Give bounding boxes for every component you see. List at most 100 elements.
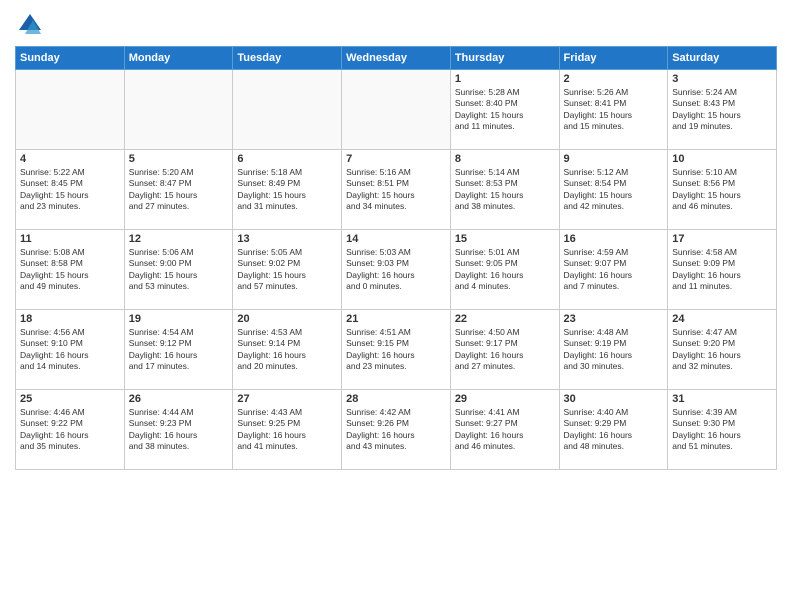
- day-number: 3: [672, 73, 772, 85]
- column-header-sunday: Sunday: [16, 47, 125, 70]
- day-number: 15: [455, 233, 555, 245]
- header-row: SundayMondayTuesdayWednesdayThursdayFrid…: [16, 47, 777, 70]
- calendar-cell: [124, 70, 233, 150]
- day-info: Sunrise: 4:53 AMSunset: 9:14 PMDaylight:…: [237, 327, 337, 373]
- calendar-cell: 16Sunrise: 4:59 AMSunset: 9:07 PMDayligh…: [559, 230, 668, 310]
- day-number: 31: [672, 393, 772, 405]
- day-number: 6: [237, 153, 337, 165]
- logo-icon: [15, 10, 45, 40]
- column-header-thursday: Thursday: [450, 47, 559, 70]
- day-info: Sunrise: 5:20 AMSunset: 8:47 PMDaylight:…: [129, 167, 229, 213]
- calendar-cell: 4 Sunrise: 5:22 AMSunset: 8:45 PMDaylight…: [16, 150, 125, 230]
- day-number: 14: [346, 233, 446, 245]
- day-number: 25: [20, 393, 120, 405]
- week-row-1: 1 Sunrise: 5:28 AMSunset: 8:40 PMDaylight…: [16, 70, 777, 150]
- calendar-cell: 15 Sunrise: 5:01 AMSunset: 9:05 PMDayligh…: [450, 230, 559, 310]
- calendar-cell: 24Sunrise: 4:47 AMSunset: 9:20 PMDayligh…: [668, 310, 777, 390]
- calendar-cell: 14 Sunrise: 5:03 AMSunset: 9:03 PMDayligh…: [342, 230, 451, 310]
- column-header-saturday: Saturday: [668, 47, 777, 70]
- calendar-cell: 18Sunrise: 4:56 AMSunset: 9:10 PMDayligh…: [16, 310, 125, 390]
- day-number: 12: [129, 233, 229, 245]
- week-row-2: 4 Sunrise: 5:22 AMSunset: 8:45 PMDaylight…: [16, 150, 777, 230]
- day-number: 2: [564, 73, 664, 85]
- day-info: Sunrise: 5:16 AMSunset: 8:51 PMDaylight:…: [346, 167, 446, 213]
- day-info: Sunrise: 4:39 AMSunset: 9:30 PMDaylight:…: [672, 407, 772, 453]
- header: [15, 10, 777, 40]
- calendar-table: SundayMondayTuesdayWednesdayThursdayFrid…: [15, 46, 777, 470]
- calendar-cell: 20 Sunrise: 4:53 AMSunset: 9:14 PMDayligh…: [233, 310, 342, 390]
- column-header-monday: Monday: [124, 47, 233, 70]
- day-number: 17: [672, 233, 772, 245]
- calendar-cell: 19 Sunrise: 4:54 AMSunset: 9:12 PMDayligh…: [124, 310, 233, 390]
- calendar-cell: 17 Sunrise: 4:58 AMSunset: 9:09 PMDayligh…: [668, 230, 777, 310]
- calendar-cell: 2 Sunrise: 5:26 AMSunset: 8:41 PMDaylight…: [559, 70, 668, 150]
- calendar-cell: 13Sunrise: 5:05 AMSunset: 9:02 PMDayligh…: [233, 230, 342, 310]
- day-info: Sunrise: 5:06 AMSunset: 9:00 PMDaylight:…: [129, 247, 229, 293]
- day-number: 18: [20, 313, 120, 325]
- day-number: 29: [455, 393, 555, 405]
- calendar-cell: 8 Sunrise: 5:14 AMSunset: 8:53 PMDaylight…: [450, 150, 559, 230]
- day-info: Sunrise: 4:58 AMSunset: 9:09 PMDaylight:…: [672, 247, 772, 293]
- calendar-cell: 5 Sunrise: 5:20 AMSunset: 8:47 PMDaylight…: [124, 150, 233, 230]
- day-info: Sunrise: 4:54 AMSunset: 9:12 PMDaylight:…: [129, 327, 229, 373]
- column-header-wednesday: Wednesday: [342, 47, 451, 70]
- day-info: Sunrise: 5:12 AMSunset: 8:54 PMDaylight:…: [564, 167, 664, 213]
- calendar-cell: 7 Sunrise: 5:16 AMSunset: 8:51 PMDaylight…: [342, 150, 451, 230]
- day-number: 4: [20, 153, 120, 165]
- calendar-cell: 11 Sunrise: 5:08 AMSunset: 8:58 PMDayligh…: [16, 230, 125, 310]
- day-info: Sunrise: 5:18 AMSunset: 8:49 PMDaylight:…: [237, 167, 337, 213]
- day-number: 9: [564, 153, 664, 165]
- day-info: Sunrise: 4:43 AMSunset: 9:25 PMDaylight:…: [237, 407, 337, 453]
- day-info: Sunrise: 5:22 AMSunset: 8:45 PMDaylight:…: [20, 167, 120, 213]
- column-header-tuesday: Tuesday: [233, 47, 342, 70]
- page: SundayMondayTuesdayWednesdayThursdayFrid…: [0, 0, 792, 612]
- day-number: 22: [455, 313, 555, 325]
- day-number: 26: [129, 393, 229, 405]
- calendar-cell: 12 Sunrise: 5:06 AMSunset: 9:00 PMDayligh…: [124, 230, 233, 310]
- day-info: Sunrise: 5:26 AMSunset: 8:41 PMDaylight:…: [564, 87, 664, 133]
- day-info: Sunrise: 4:41 AMSunset: 9:27 PMDaylight:…: [455, 407, 555, 453]
- day-number: 7: [346, 153, 446, 165]
- calendar-cell: 21 Sunrise: 4:51 AMSunset: 9:15 PMDayligh…: [342, 310, 451, 390]
- day-number: 11: [20, 233, 120, 245]
- week-row-5: 25 Sunrise: 4:46 AMSunset: 9:22 PMDayligh…: [16, 390, 777, 470]
- day-info: Sunrise: 5:01 AMSunset: 9:05 PMDaylight:…: [455, 247, 555, 293]
- day-number: 21: [346, 313, 446, 325]
- day-info: Sunrise: 5:14 AMSunset: 8:53 PMDaylight:…: [455, 167, 555, 213]
- day-info: Sunrise: 5:05 AMSunset: 9:02 PMDaylight:…: [237, 247, 337, 293]
- day-number: 27: [237, 393, 337, 405]
- week-row-3: 11 Sunrise: 5:08 AMSunset: 8:58 PMDayligh…: [16, 230, 777, 310]
- day-info: Sunrise: 5:03 AMSunset: 9:03 PMDaylight:…: [346, 247, 446, 293]
- calendar-cell: 22Sunrise: 4:50 AMSunset: 9:17 PMDayligh…: [450, 310, 559, 390]
- day-number: 10: [672, 153, 772, 165]
- calendar-cell: 3Sunrise: 5:24 AMSunset: 8:43 PMDaylight…: [668, 70, 777, 150]
- day-number: 19: [129, 313, 229, 325]
- day-number: 30: [564, 393, 664, 405]
- calendar-cell: 27 Sunrise: 4:43 AMSunset: 9:25 PMDayligh…: [233, 390, 342, 470]
- calendar-cell: 23 Sunrise: 4:48 AMSunset: 9:19 PMDayligh…: [559, 310, 668, 390]
- calendar-cell: 28 Sunrise: 4:42 AMSunset: 9:26 PMDayligh…: [342, 390, 451, 470]
- day-info: Sunrise: 4:48 AMSunset: 9:19 PMDaylight:…: [564, 327, 664, 373]
- calendar-cell: [16, 70, 125, 150]
- calendar-cell: 29 Sunrise: 4:41 AMSunset: 9:27 PMDayligh…: [450, 390, 559, 470]
- calendar-cell: 26Sunrise: 4:44 AMSunset: 9:23 PMDayligh…: [124, 390, 233, 470]
- day-info: Sunrise: 4:51 AMSunset: 9:15 PMDaylight:…: [346, 327, 446, 373]
- day-info: Sunrise: 5:08 AMSunset: 8:58 PMDaylight:…: [20, 247, 120, 293]
- day-info: Sunrise: 4:59 AMSunset: 9:07 PMDaylight:…: [564, 247, 664, 293]
- column-header-friday: Friday: [559, 47, 668, 70]
- day-number: 5: [129, 153, 229, 165]
- day-number: 20: [237, 313, 337, 325]
- day-info: Sunrise: 5:28 AMSunset: 8:40 PMDaylight:…: [455, 87, 555, 133]
- calendar-cell: 31 Sunrise: 4:39 AMSunset: 9:30 PMDayligh…: [668, 390, 777, 470]
- day-info: Sunrise: 4:42 AMSunset: 9:26 PMDaylight:…: [346, 407, 446, 453]
- calendar-cell: [342, 70, 451, 150]
- calendar-cell: [233, 70, 342, 150]
- day-number: 8: [455, 153, 555, 165]
- day-number: 24: [672, 313, 772, 325]
- day-number: 23: [564, 313, 664, 325]
- calendar-cell: 25 Sunrise: 4:46 AMSunset: 9:22 PMDayligh…: [16, 390, 125, 470]
- day-number: 28: [346, 393, 446, 405]
- day-info: Sunrise: 4:46 AMSunset: 9:22 PMDaylight:…: [20, 407, 120, 453]
- day-number: 1: [455, 73, 555, 85]
- logo: [15, 10, 49, 40]
